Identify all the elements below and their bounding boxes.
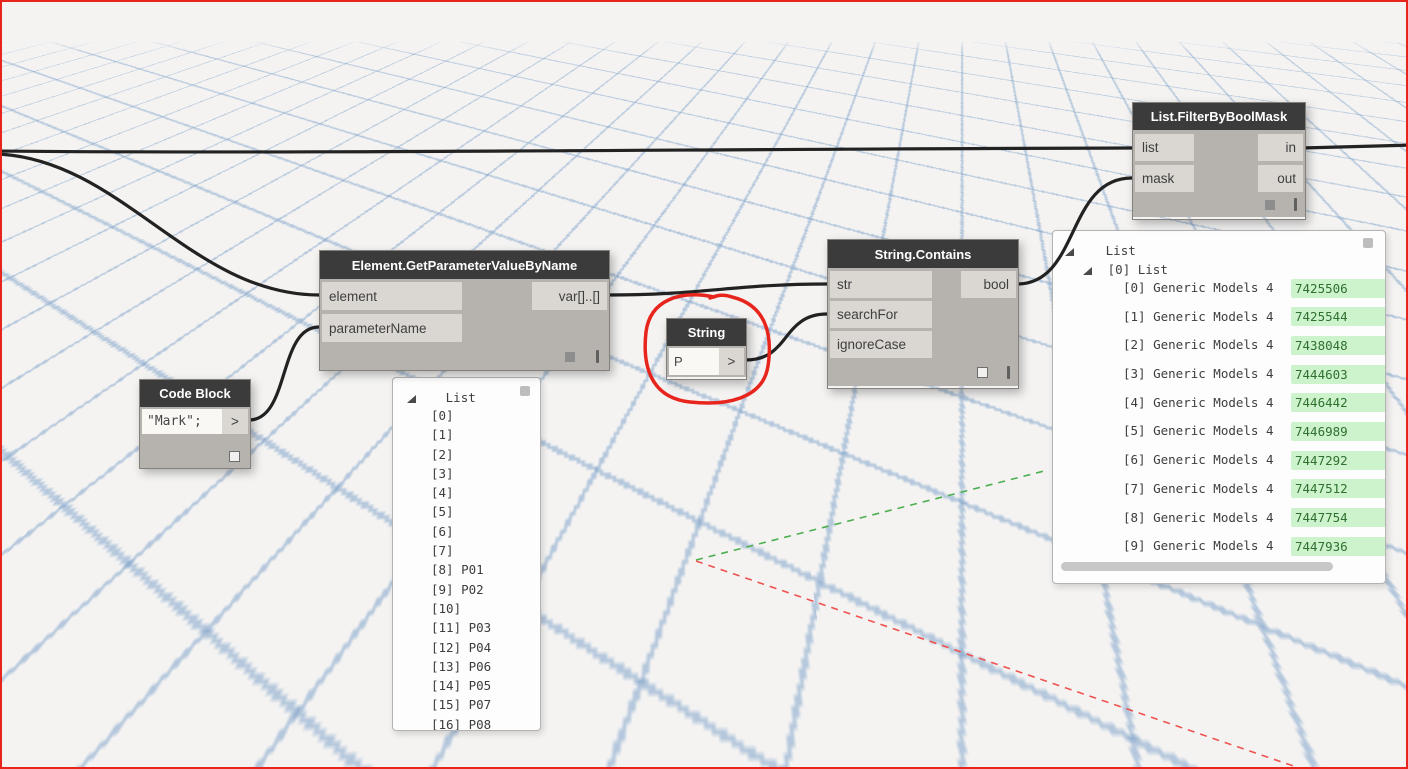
list-item: [6] [431, 523, 454, 539]
element-id-badge: 7438048 [1291, 335, 1385, 355]
list-item: [1] Generic Models 4 7425544 [1053, 303, 1385, 332]
list-item: [2] Generic Models 4 7438048 [1053, 331, 1385, 360]
list-item: [14] P05 [431, 678, 492, 694]
watch-bubble-filtered: List [0] List [0] Generic Models 4 74255… [1052, 230, 1386, 584]
code-block-input[interactable]: "Mark"; [142, 409, 224, 434]
item-label: [3] Generic Models 4 [1123, 366, 1274, 382]
element-id-badge: 7446442 [1291, 393, 1385, 413]
expander-icon[interactable] [407, 395, 416, 403]
list-item: [16] P08 [431, 716, 492, 731]
code-block-output-port[interactable]: > [222, 409, 248, 434]
port-out-output[interactable]: out [1258, 165, 1303, 192]
element-id-badge: 7447754 [1291, 508, 1385, 527]
watch-items: [0] [1] [2] [3] [4] [5] [6] [7] [8] P01 … [393, 406, 540, 731]
list-item: [7] Generic Models 4 7447512 [1053, 475, 1385, 504]
port-var-output[interactable]: var[]..[] [532, 282, 607, 310]
watch-rows: [0] Generic Models 4 7425506 [1] Generic… [1053, 274, 1385, 561]
element-id-badge: 7447512 [1291, 479, 1385, 499]
node-get-parameter-value-by-name[interactable]: Element.GetParameterValueByName element … [319, 250, 610, 371]
list-item: [13] P06 [431, 658, 492, 674]
node-string[interactable]: String P > [666, 318, 747, 380]
element-id-badge: 7447292 [1291, 450, 1385, 470]
list-item: [7] [431, 543, 454, 559]
node-filter-by-bool-mask[interactable]: List.FilterByBoolMask list mask in out [1132, 102, 1306, 220]
port-bool-output[interactable]: bool [961, 271, 1016, 298]
list-item: [2] [431, 446, 454, 462]
list-item: [1] [431, 427, 454, 443]
element-id-badge: 7425544 [1291, 307, 1385, 327]
node-header[interactable]: Code Block [140, 380, 250, 407]
list-item: [11] P03 [431, 620, 492, 636]
port-list-input[interactable]: list [1135, 134, 1194, 161]
item-label: [4] Generic Models 4 [1123, 394, 1274, 410]
element-id-badge: 7425506 [1291, 278, 1385, 298]
watch-bubble-parameters: List [0] [1] [2] [3] [4] [5] [6] [7] [8]… [392, 377, 541, 731]
list-item: [3] [431, 465, 454, 481]
item-label: [7] Generic Models 4 [1123, 480, 1274, 496]
watch-root-row: List [1065, 240, 1136, 259]
node-header[interactable]: Element.GetParameterValueByName [320, 251, 609, 279]
horizon-fade [2, 40, 1406, 54]
list-item: [9] Generic Models 4 7447936 [1053, 532, 1385, 561]
item-label: [0] Generic Models 4 [1123, 280, 1274, 295]
string-output-port[interactable]: > [719, 348, 744, 375]
list-item: [0] Generic Models 4 7425506 [1053, 274, 1385, 303]
element-id-badge: 7447936 [1291, 536, 1385, 556]
item-label: [8] Generic Models 4 [1123, 509, 1274, 525]
port-element-input[interactable]: element [322, 282, 462, 310]
list-item: [0] [431, 408, 454, 423]
preview-toggle-icon[interactable] [1265, 200, 1275, 210]
list-item: [9] P02 [431, 581, 484, 597]
port-parametername-input[interactable]: parameterName [322, 314, 462, 342]
list-item: [12] P04 [431, 639, 492, 655]
list-item: [5] Generic Models 4 7446989 [1053, 417, 1385, 446]
item-label: [6] Generic Models 4 [1123, 452, 1274, 468]
watch-root-label: List [1105, 243, 1136, 258]
list-item: [8] Generic Models 4 7447754 [1053, 504, 1385, 533]
watch-root-row: List [407, 387, 476, 406]
pin-icon[interactable] [520, 386, 530, 396]
item-label: [9] Generic Models 4 [1123, 538, 1274, 554]
item-label: [5] Generic Models 4 [1123, 423, 1274, 439]
lacing-indicator-icon[interactable] [1294, 198, 1297, 211]
node-header[interactable]: String.Contains [828, 240, 1018, 268]
port-str-input[interactable]: str [830, 271, 932, 298]
item-label: [1] Generic Models 4 [1123, 308, 1274, 324]
node-header[interactable]: String [667, 319, 746, 346]
list-item: [8] P01 [431, 562, 484, 578]
port-mask-input[interactable]: mask [1135, 165, 1194, 192]
list-item: [3] Generic Models 4 7444603 [1053, 360, 1385, 389]
node-string-contains[interactable]: String.Contains str searchFor ignoreCase… [827, 239, 1019, 389]
port-in-output[interactable]: in [1258, 134, 1303, 161]
list-item: [4] [431, 485, 454, 501]
item-label: [2] Generic Models 4 [1123, 337, 1274, 353]
list-item: [4] Generic Models 4 7446442 [1053, 389, 1385, 418]
lacing-indicator-icon[interactable] [596, 350, 599, 363]
horizontal-scrollbar[interactable] [1061, 562, 1333, 571]
preview-toggle-icon[interactable] [565, 352, 575, 362]
dynamo-canvas[interactable]: List [0] [1] [2] [3] [4] [5] [6] [7] [8]… [0, 0, 1408, 769]
list-item: [5] [431, 504, 454, 520]
preview-toggle-icon[interactable] [229, 451, 240, 462]
list-item: [6] Generic Models 4 7447292 [1053, 446, 1385, 475]
perspective-grid [2, 2, 1406, 43]
port-searchfor-input[interactable]: searchFor [830, 301, 932, 328]
expander-icon[interactable] [1065, 248, 1074, 256]
element-id-badge: 7446989 [1291, 421, 1385, 441]
node-header[interactable]: List.FilterByBoolMask [1133, 103, 1305, 130]
list-item: [10] [431, 600, 462, 616]
preview-toggle-icon[interactable] [977, 367, 988, 378]
element-id-badge: 7444603 [1291, 364, 1385, 384]
list-item: [15] P07 [431, 697, 492, 713]
node-code-block[interactable]: Code Block "Mark"; > [139, 379, 251, 469]
lacing-indicator-icon[interactable] [1007, 366, 1010, 379]
watch-root-label: List [445, 390, 476, 405]
string-value-input[interactable]: P [669, 348, 721, 375]
pin-icon[interactable] [1363, 238, 1373, 248]
port-ignorecase-input[interactable]: ignoreCase [830, 331, 932, 358]
